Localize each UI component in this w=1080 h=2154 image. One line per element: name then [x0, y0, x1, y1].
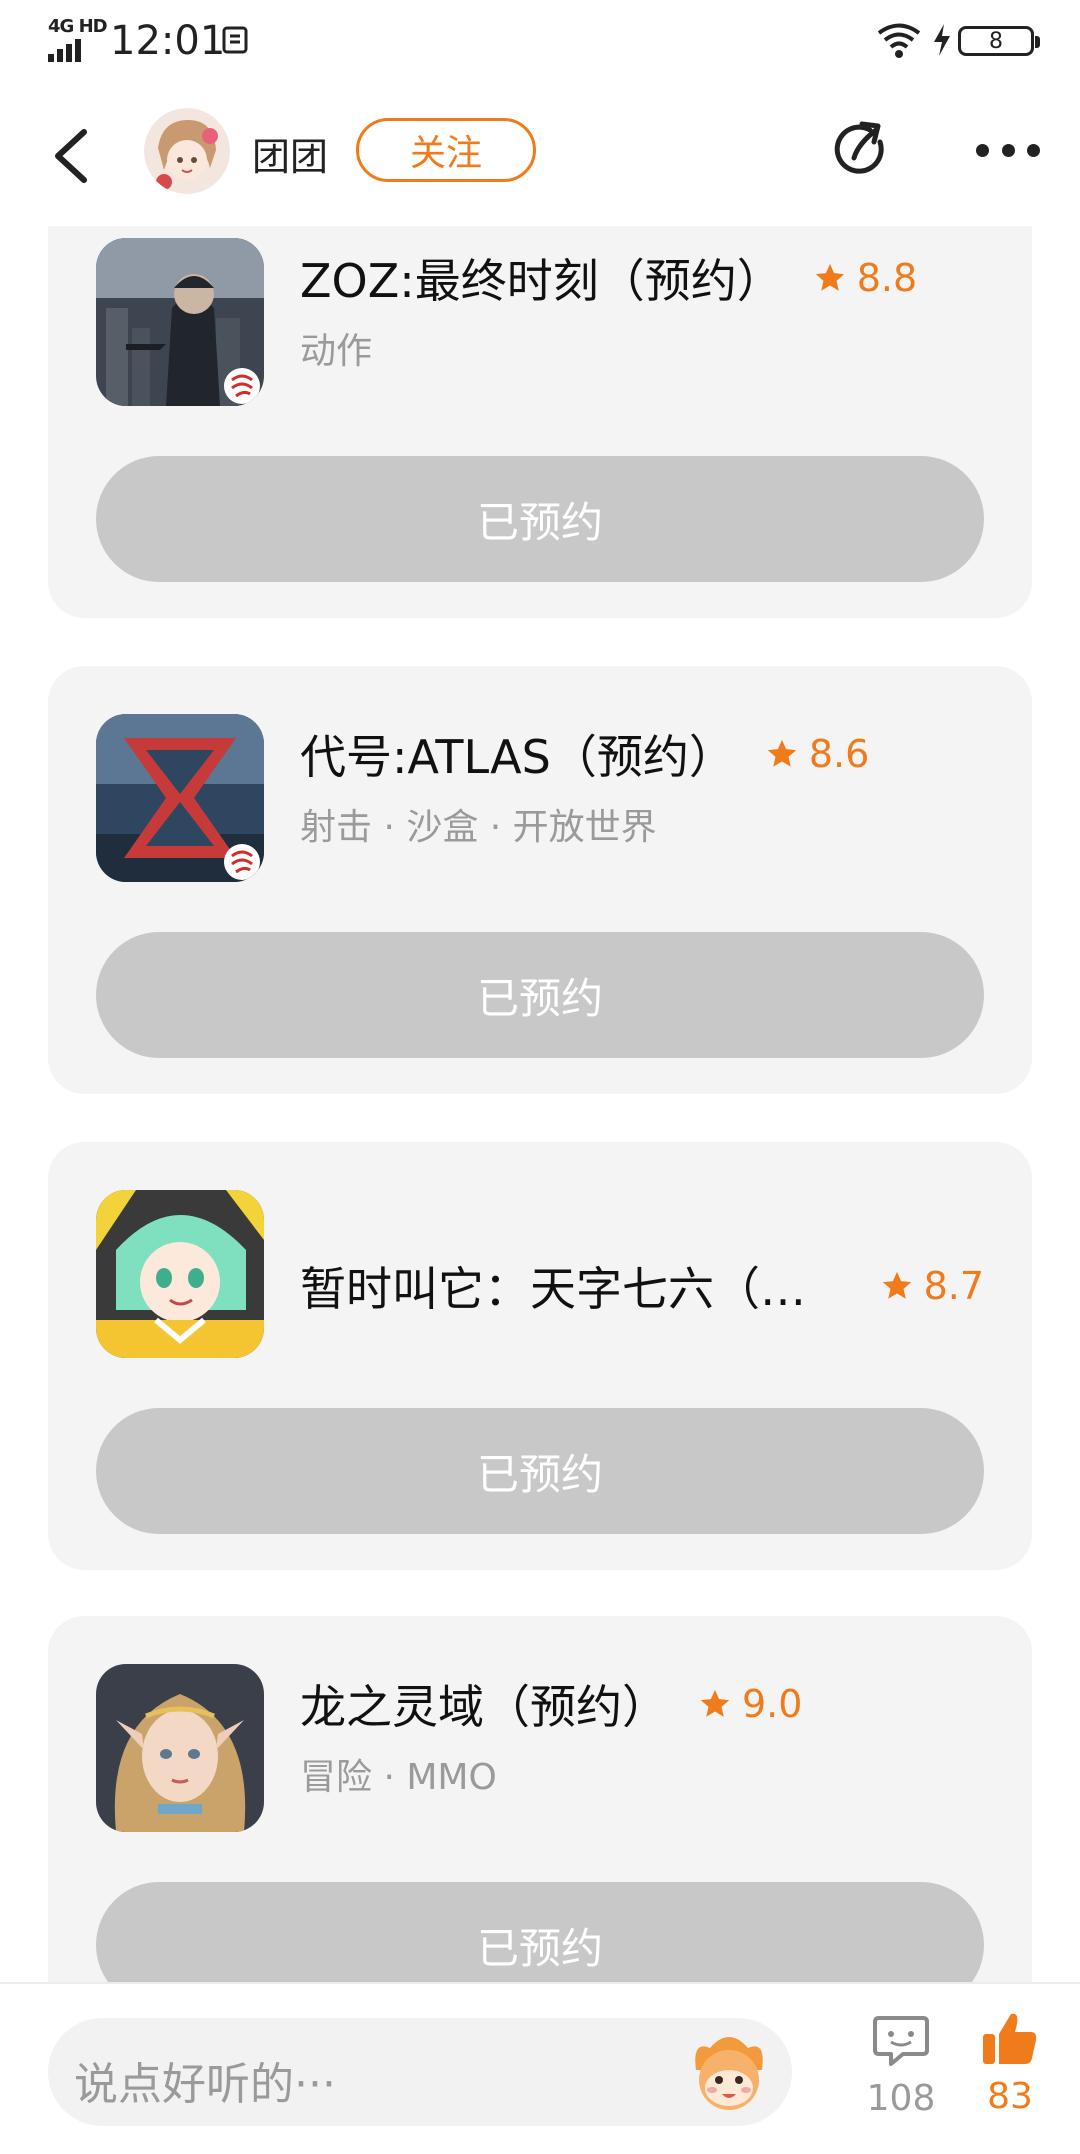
game-title[interactable]: 代号:ATLAS（预约）: [300, 721, 735, 787]
comment-button[interactable]: 108: [866, 2014, 936, 2119]
game-title-row: 暂时叫它：天字七六（… 8.7: [300, 1256, 984, 1316]
game-title[interactable]: 暂时叫它：天字七六（…: [300, 1253, 806, 1319]
reserved-button[interactable]: 已预约: [96, 932, 984, 1058]
game-icon-dragon[interactable]: [96, 1664, 264, 1832]
share-icon[interactable]: [830, 118, 894, 182]
username[interactable]: 团团: [252, 126, 328, 181]
reserved-button[interactable]: 已预约: [96, 456, 984, 582]
comment-placeholder: 说点好听的···: [74, 2059, 336, 2110]
battery-level: 8: [989, 28, 1003, 54]
charging-icon: [930, 20, 954, 60]
star-icon: [700, 1689, 730, 1717]
avatar[interactable]: [144, 108, 230, 194]
like-count: 83: [987, 2076, 1033, 2117]
game-tags: 冒险 · MMO: [300, 1757, 497, 1798]
more-icon[interactable]: [976, 138, 1040, 162]
game-title[interactable]: ZOZ:最终时刻（预约）: [300, 245, 783, 311]
star-icon: [815, 263, 844, 291]
header: 团团 关注: [0, 86, 1080, 226]
game-card[interactable]: 龙之灵域（预约） 9.0 冒险 · MMO 已预约: [48, 1616, 1032, 1982]
game-card[interactable]: 暂时叫它：天字七六（… 8.7 已预约: [48, 1142, 1032, 1570]
game-rating: 8.7: [880, 1264, 984, 1308]
signal-icon: 4G HD: [48, 16, 108, 62]
rating-value: 8.6: [808, 732, 870, 776]
battery-icon: 8: [958, 26, 1040, 56]
bottom-bar: 说点好听的··· 108 83: [0, 1982, 1080, 2154]
game-list[interactable]: ZOZ:最终时刻（预约） 8.8 动作 已预约 代号:ATLAS（预约） 8.6…: [0, 226, 1080, 1982]
network-type: 4G HD: [48, 16, 108, 37]
game-icon-tianzi[interactable]: [96, 1190, 264, 1358]
rating-value: 8.7: [923, 1264, 984, 1308]
status-time: 12:01: [110, 18, 226, 64]
comment-input[interactable]: 说点好听的···: [48, 2018, 792, 2126]
game-tags: 射击 · 沙盒 · 开放世界: [300, 807, 657, 848]
game-icon-atlas[interactable]: [96, 714, 264, 882]
comment-count: 108: [866, 2078, 936, 2119]
game-tags: 动作: [300, 331, 373, 372]
game-title-row: ZOZ:最终时刻（预约） 8.8: [300, 248, 984, 308]
follow-button[interactable]: 关注: [356, 118, 536, 182]
wifi-icon: [876, 20, 922, 60]
thumbs-up-icon: [983, 2013, 1037, 2064]
reserved-button[interactable]: 已预约: [96, 1408, 984, 1534]
rating-value: 8.8: [856, 256, 918, 300]
game-icon-zoz[interactable]: [96, 238, 264, 406]
reserved-button[interactable]: 已预约: [96, 1882, 984, 1982]
game-title-row: 代号:ATLAS（预约） 8.6: [300, 724, 984, 784]
emoji-mascot-icon[interactable]: [686, 2030, 772, 2116]
game-rating: 8.6: [765, 732, 869, 776]
notification-icon: [222, 26, 252, 56]
game-title-row: 龙之灵域（预约） 9.0: [300, 1674, 984, 1734]
game-card[interactable]: ZOZ:最终时刻（预约） 8.8 动作 已预约: [48, 226, 1032, 618]
game-rating: 8.8: [813, 256, 917, 300]
status-bar: 4G HD 12:01 8: [0, 0, 1080, 86]
game-card[interactable]: 代号:ATLAS（预约） 8.6 射击 · 沙盒 · 开放世界 已预约: [48, 666, 1032, 1094]
star-icon: [882, 1271, 911, 1299]
comment-icon: [873, 2016, 929, 2066]
game-title[interactable]: 龙之灵域（预约）: [300, 1671, 668, 1737]
rating-value: 9.0: [742, 1682, 803, 1726]
star-icon: [767, 739, 797, 767]
like-button[interactable]: 83: [970, 2010, 1050, 2117]
game-rating: 9.0: [698, 1682, 802, 1726]
back-arrow-icon[interactable]: [48, 126, 98, 186]
